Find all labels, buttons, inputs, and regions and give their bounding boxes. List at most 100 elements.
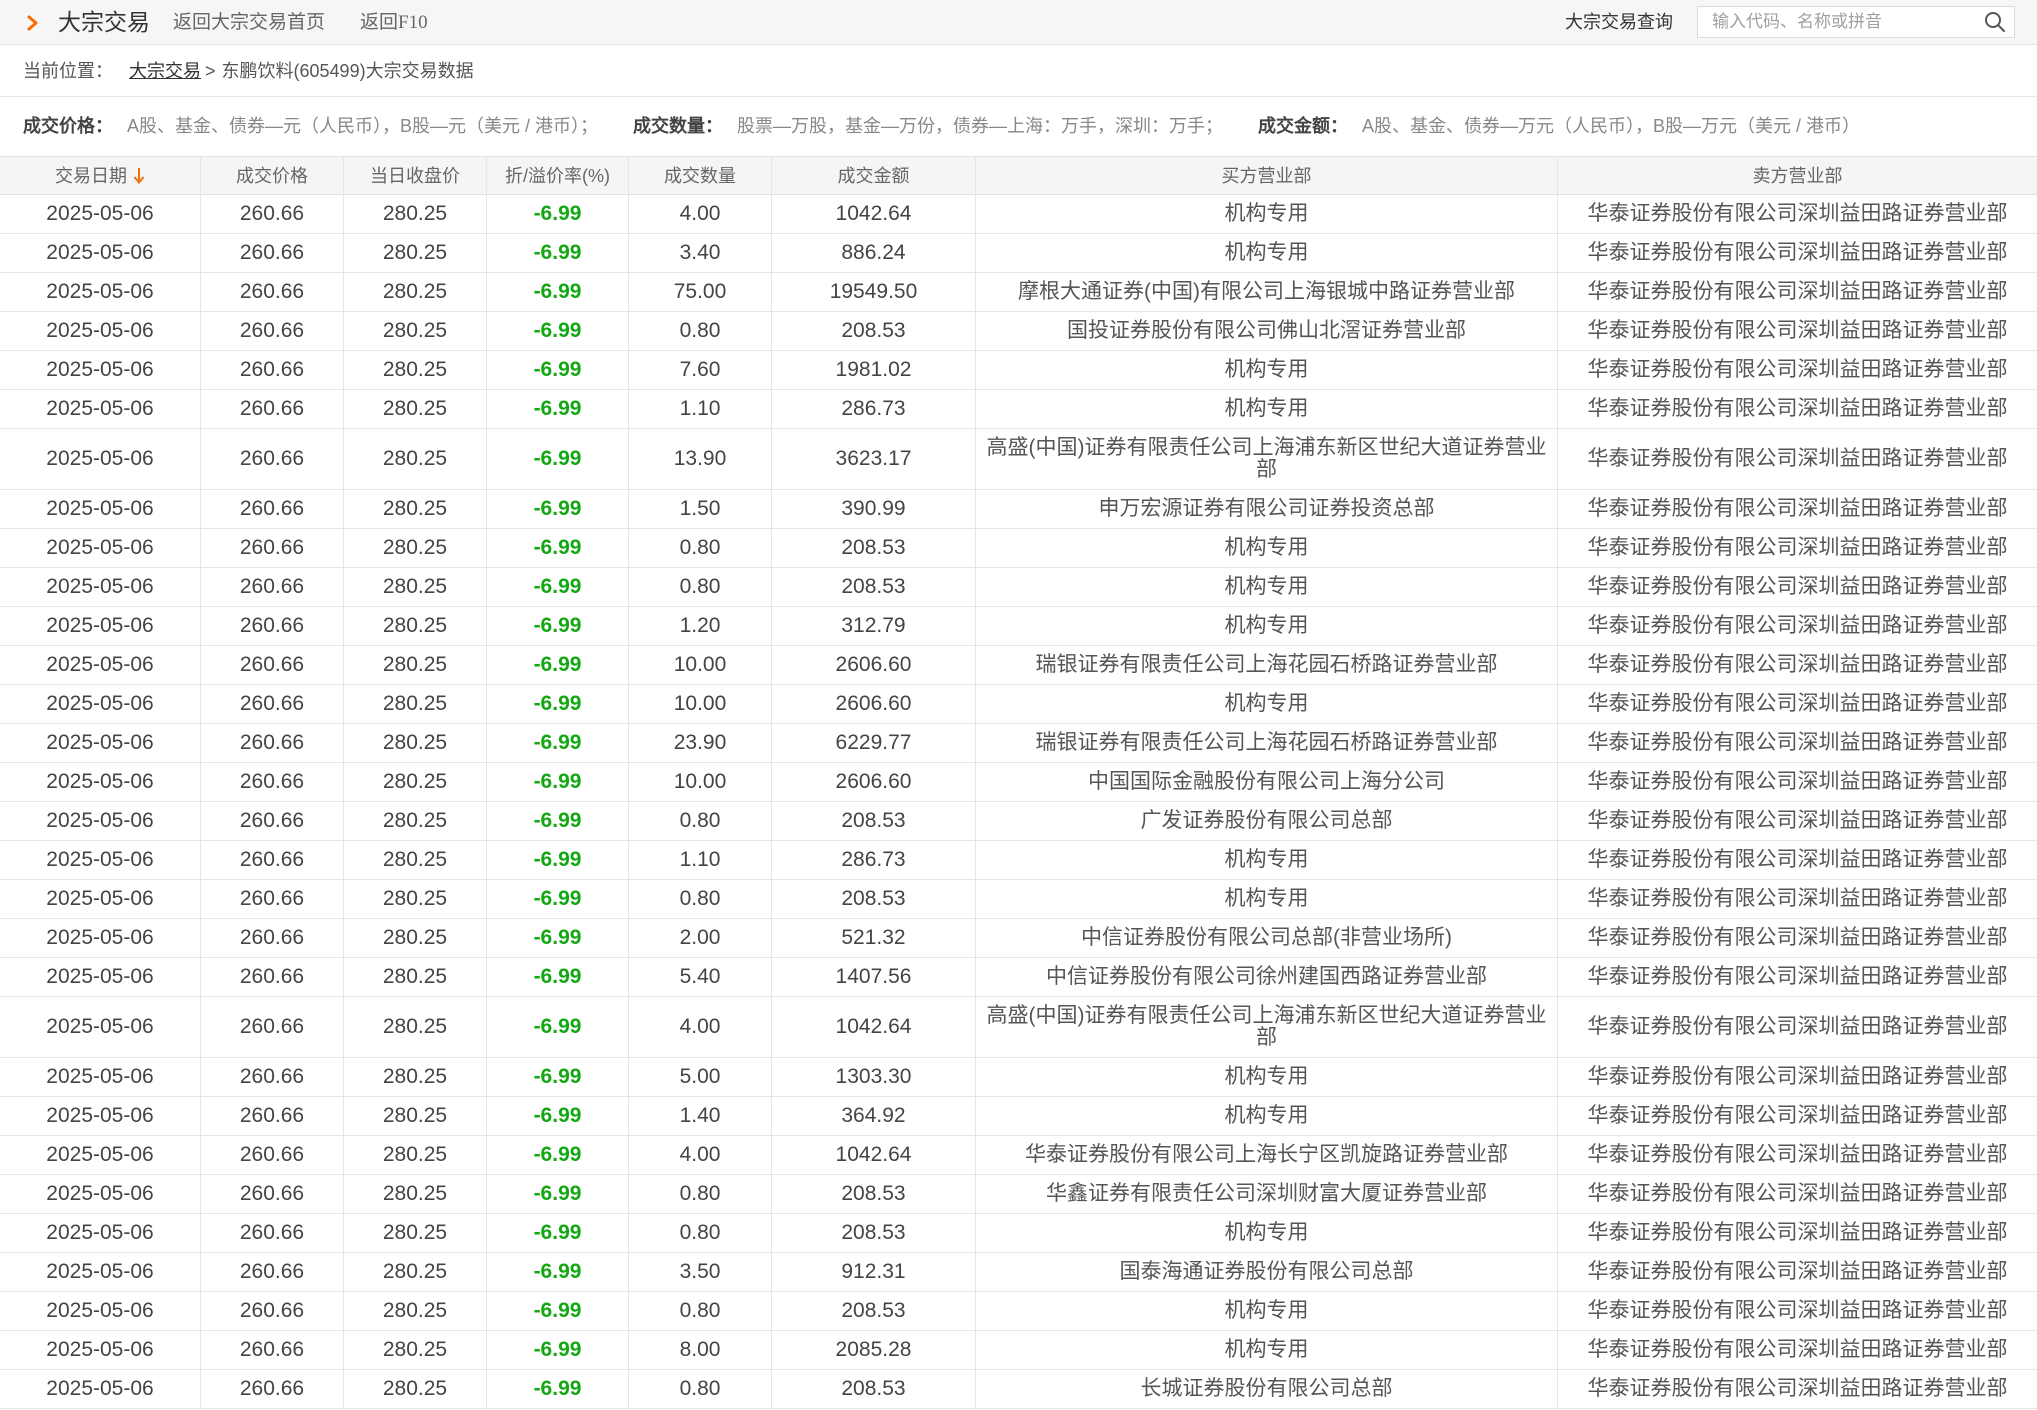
cell-amount: 286.73 <box>772 390 976 428</box>
block-trade-query-link[interactable]: 大宗交易查询 <box>1565 0 1673 45</box>
table-row: 2025-05-06 260.66 280.25 -6.99 1.40 364.92 机构专… <box>0 1097 2037 1136</box>
cell-close: 280.25 <box>344 919 487 957</box>
table-row: 2025-05-06 260.66 280.25 -6.99 0.80 208.53 广发证… <box>0 802 2037 841</box>
table-row: 2025-05-06 260.66 280.25 -6.99 5.40 1407.56 中信… <box>0 958 2037 997</box>
cell-date: 2025-05-06 <box>0 841 201 879</box>
cell-premium: -6.99 <box>487 919 629 957</box>
cell-premium: -6.99 <box>487 351 629 389</box>
cell-close: 280.25 <box>344 802 487 840</box>
cell-close: 280.25 <box>344 1097 487 1135</box>
breadcrumb-link-block-trade[interactable]: 大宗交易 <box>129 61 201 81</box>
cell-buyer: 中信证券股份有限公司总部(非营业场所) <box>976 919 1558 957</box>
cell-seller: 华泰证券股份有限公司深圳益田路证券营业部 <box>1587 887 2008 910</box>
cell-close: 280.25 <box>344 273 487 311</box>
legend-label-price: 成交价格： <box>23 116 113 136</box>
cell-premium: -6.99 <box>487 802 629 840</box>
block-trade-table: 交易日期 成交价格 当日收盘价 折/溢价率(%) 成交数量 成交金额 买方营业部… <box>0 156 2037 1409</box>
cell-buyer: 国投证券股份有限公司佛山北滘证券营业部 <box>976 312 1558 350</box>
table-row: 2025-05-06 260.66 280.25 -6.99 1.10 286.73 机构专… <box>0 390 2037 429</box>
table-row: 2025-05-06 260.66 280.25 -6.99 0.80 208.53 机构专… <box>0 1214 2037 1253</box>
cell-premium: -6.99 <box>487 685 629 723</box>
table-row: 2025-05-06 260.66 280.25 -6.99 3.50 912.31 国泰海… <box>0 1253 2037 1292</box>
cell-price: 260.66 <box>201 273 344 311</box>
cell-close: 280.25 <box>344 1136 487 1174</box>
cell-amount: 208.53 <box>772 1292 976 1330</box>
table-header: 交易日期 成交价格 当日收盘价 折/溢价率(%) 成交数量 成交金额 买方营业部… <box>0 156 2037 195</box>
cell-price: 260.66 <box>201 312 344 350</box>
column-header-date[interactable]: 交易日期 <box>0 157 201 194</box>
cell-buyer: 瑞银证券有限责任公司上海花园石桥路证券营业部 <box>976 646 1558 684</box>
table-row: 2025-05-06 260.66 280.25 -6.99 1.20 312.79 机构专… <box>0 607 2037 646</box>
cell-seller: 华泰证券股份有限公司深圳益田路证券营业部 <box>1587 397 2008 420</box>
cell-premium: -6.99 <box>487 273 629 311</box>
cell-amount: 2606.60 <box>772 685 976 723</box>
cell-price: 260.66 <box>201 1175 344 1213</box>
column-header-premium[interactable]: 折/溢价率(%) <box>487 157 629 194</box>
search-input[interactable] <box>1697 6 2015 38</box>
cell-amount: 390.99 <box>772 490 976 528</box>
cell-seller: 华泰证券股份有限公司深圳益田路证券营业部 <box>1587 614 2008 637</box>
cell-seller: 华泰证券股份有限公司深圳益田路证券营业部 <box>1587 809 2008 832</box>
cell-amount: 208.53 <box>772 1214 976 1252</box>
cell-seller: 华泰证券股份有限公司深圳益田路证券营业部 <box>1587 1221 2008 1244</box>
cell-date: 2025-05-06 <box>0 490 201 528</box>
cell-volume: 5.00 <box>629 1058 772 1096</box>
column-header-seller[interactable]: 卖方营业部 <box>1558 157 2037 194</box>
cell-price: 260.66 <box>201 607 344 645</box>
cell-amount: 364.92 <box>772 1097 976 1135</box>
column-header-price[interactable]: 成交价格 <box>201 157 344 194</box>
cell-date: 2025-05-06 <box>0 234 201 272</box>
cell-premium: -6.99 <box>487 195 629 233</box>
cell-seller: 华泰证券股份有限公司深圳益田路证券营业部 <box>1587 770 2008 793</box>
cell-volume: 0.80 <box>629 568 772 606</box>
column-header-buyer[interactable]: 买方营业部 <box>976 157 1558 194</box>
cell-close: 280.25 <box>344 607 487 645</box>
cell-date: 2025-05-06 <box>0 919 201 957</box>
cell-volume: 10.00 <box>629 685 772 723</box>
cell-premium: -6.99 <box>487 1214 629 1252</box>
back-to-f10-link[interactable]: 返回F10 <box>360 0 428 45</box>
cell-date: 2025-05-06 <box>0 646 201 684</box>
cell-volume: 3.50 <box>629 1253 772 1291</box>
cell-price: 260.66 <box>201 802 344 840</box>
cell-volume: 1.40 <box>629 1097 772 1135</box>
cell-seller: 华泰证券股份有限公司深圳益田路证券营业部 <box>1587 1260 2008 1283</box>
cell-date: 2025-05-06 <box>0 1331 201 1369</box>
cell-volume: 1.10 <box>629 841 772 879</box>
cell-volume: 23.90 <box>629 724 772 762</box>
search-icon[interactable] <box>1984 11 2006 33</box>
cell-premium: -6.99 <box>487 1331 629 1369</box>
column-header-close[interactable]: 当日收盘价 <box>344 157 487 194</box>
cell-amount: 521.32 <box>772 919 976 957</box>
cell-seller: 华泰证券股份有限公司深圳益田路证券营业部 <box>1587 575 2008 598</box>
cell-amount: 208.53 <box>772 1370 976 1408</box>
table-row: 2025-05-06 260.66 280.25 -6.99 0.80 208.53 机构专… <box>0 529 2037 568</box>
cell-date: 2025-05-06 <box>0 1097 201 1135</box>
cell-date: 2025-05-06 <box>0 1136 201 1174</box>
cell-buyer: 机构专用 <box>976 234 1558 272</box>
cell-seller: 华泰证券股份有限公司深圳益田路证券营业部 <box>1587 1299 2008 1322</box>
cell-amount: 312.79 <box>772 607 976 645</box>
cell-close: 280.25 <box>344 1214 487 1252</box>
cell-close: 280.25 <box>344 997 487 1057</box>
cell-volume: 0.80 <box>629 1292 772 1330</box>
cell-amount: 208.53 <box>772 312 976 350</box>
cell-amount: 1042.64 <box>772 195 976 233</box>
cell-volume: 10.00 <box>629 763 772 801</box>
cell-price: 260.66 <box>201 351 344 389</box>
cell-volume: 0.80 <box>629 529 772 567</box>
cell-price: 260.66 <box>201 724 344 762</box>
column-header-amount[interactable]: 成交金额 <box>772 157 976 194</box>
cell-date: 2025-05-06 <box>0 529 201 567</box>
cell-date: 2025-05-06 <box>0 1058 201 1096</box>
cell-buyer: 机构专用 <box>976 841 1558 879</box>
cell-close: 280.25 <box>344 351 487 389</box>
sort-desc-icon[interactable] <box>133 167 145 185</box>
cell-buyer: 华鑫证券有限责任公司深圳财富大厦证券营业部 <box>976 1175 1558 1213</box>
back-to-block-trade-home-link[interactable]: 返回大宗交易首页 <box>173 0 325 45</box>
cell-date: 2025-05-06 <box>0 273 201 311</box>
column-header-volume[interactable]: 成交数量 <box>629 157 772 194</box>
cell-amount: 1981.02 <box>772 351 976 389</box>
cell-date: 2025-05-06 <box>0 724 201 762</box>
cell-price: 260.66 <box>201 1331 344 1369</box>
